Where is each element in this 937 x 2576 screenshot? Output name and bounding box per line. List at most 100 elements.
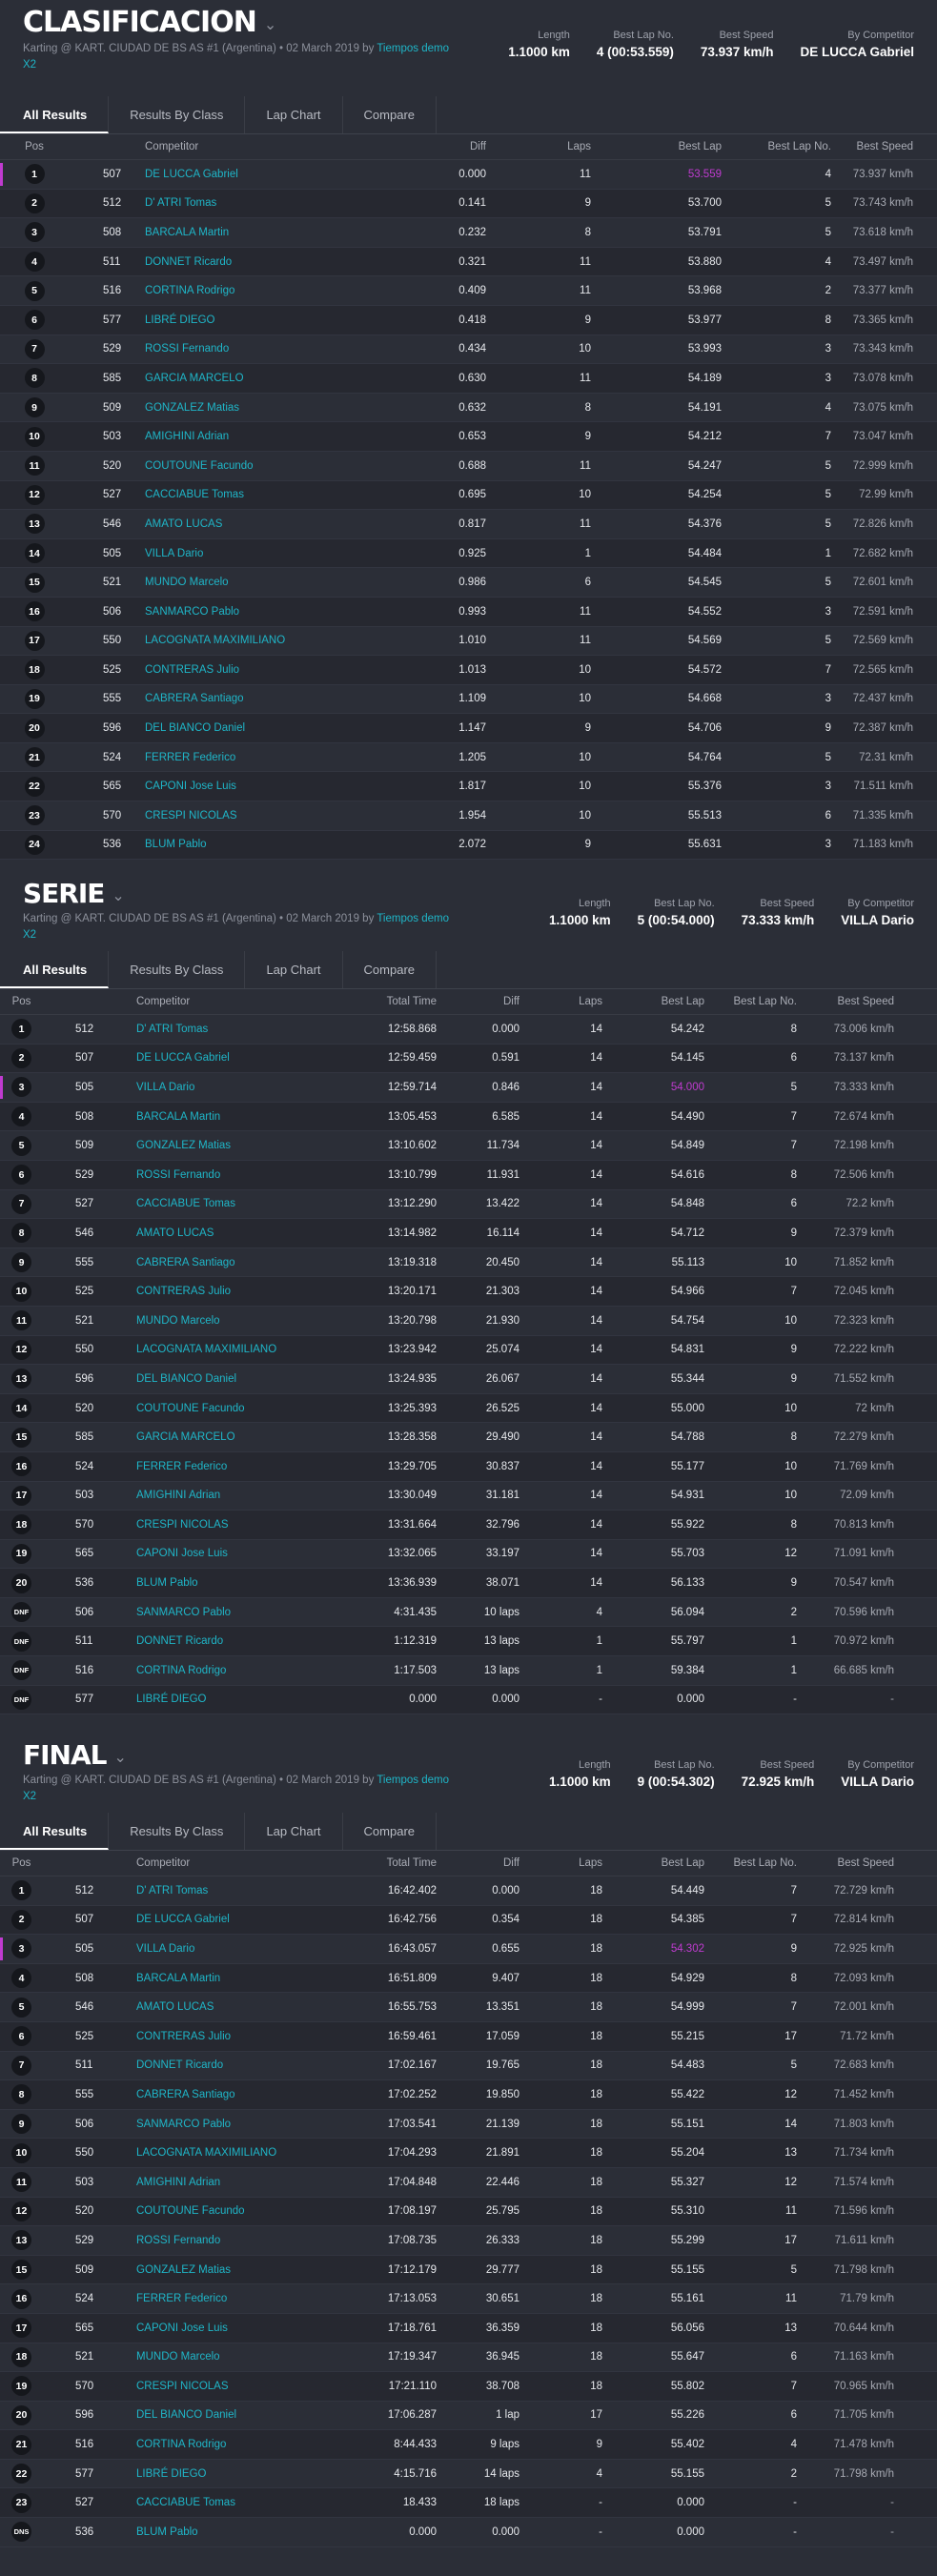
table-row[interactable]: 24 536 BLUM Pablo 2.072 9 55.631 3 71.183 km/h	[0, 830, 937, 861]
column-header[interactable]: Best Lap	[602, 996, 704, 1007]
competitor-name[interactable]: GARCIA MARCELO	[145, 373, 364, 384]
competitor-name[interactable]: GONZALEZ Matias	[136, 1140, 308, 1151]
competitor-name[interactable]: CABRERA Santiago	[136, 1257, 308, 1268]
table-row[interactable]: 6 529 ROSSI Fernando 13:10.799 11.931 14 54.61…	[0, 1160, 937, 1190]
table-row[interactable]: 8 555 CABRERA Santiago 17:02.252 19.850 18 55.…	[0, 2080, 937, 2110]
table-row[interactable]: 2 507 DE LUCCA Gabriel 16:42.756 0.354 18 54.3…	[0, 1905, 937, 1936]
competitor-name[interactable]: CACCIABUE Tomas	[145, 489, 364, 500]
table-row[interactable]: 20 536 BLUM Pablo 13:36.939 38.071 14 56.133 9 7…	[0, 1569, 937, 1598]
table-row[interactable]: 12 520 COUTOUNE Facundo 17:08.197 25.795 18 55…	[0, 2197, 937, 2227]
table-row[interactable]: 18 570 CRESPI NICOLAS 13:31.664 32.796 14 55.9…	[0, 1511, 937, 1540]
competitor-name[interactable]: CORTINA Rodrigo	[136, 1665, 308, 1676]
table-row[interactable]: 2 512 D' ATRI Tomas 0.141 9 53.700 5 73.743 km/…	[0, 189, 937, 219]
table-row[interactable]: 6 577 LIBRÉ DIEGO 0.418 9 53.977 8 73.365 km/h	[0, 305, 937, 335]
table-row[interactable]: 19 555 CABRERA Santiago 1.109 10 54.668 3 72.43…	[0, 685, 937, 715]
table-row[interactable]: 11 520 COUTOUNE Facundo 0.688 11 54.247 5 72.99…	[0, 452, 937, 481]
competitor-name[interactable]: CAPONI Jose Luis	[136, 2322, 308, 2334]
competitor-name[interactable]: DEL BIANCO Daniel	[145, 722, 364, 734]
column-header[interactable]: Best Lap No.	[704, 996, 797, 1007]
competitor-name[interactable]: SANMARCO Pablo	[145, 606, 364, 618]
table-row[interactable]: 16 524 FERRER Federico 13:29.705 30.837 14 55.…	[0, 1451, 937, 1482]
competitor-name[interactable]: AMIGHINI Adrian	[136, 1490, 308, 1501]
table-row[interactable]: 21 516 CORTINA Rodrigo 8:44.433 9 laps 9 55.40…	[0, 2430, 937, 2460]
competitor-name[interactable]: MUNDO Marcelo	[145, 577, 364, 588]
chevron-down-icon[interactable]: ⌄	[264, 15, 276, 34]
tab-all-results[interactable]: All Results	[0, 96, 110, 133]
competitor-name[interactable]: FERRER Federico	[136, 1461, 308, 1472]
competitor-name[interactable]: CONTRERAS Julio	[136, 2031, 308, 2042]
competitor-name[interactable]: BLUM Pablo	[136, 1577, 308, 1589]
table-row[interactable]: DNF 577 LIBRÉ DIEGO 0.000 0.000 - 0.000 - -	[0, 1685, 937, 1715]
competitor-name[interactable]: CAPONI Jose Luis	[136, 1548, 308, 1559]
table-row[interactable]: 16 524 FERRER Federico 17:13.053 30.651 18 55.…	[0, 2284, 937, 2314]
competitor-name[interactable]: CRESPI NICOLAS	[145, 810, 364, 821]
table-row[interactable]: 18 521 MUNDO Marcelo 17:19.347 36.945 18 55.64…	[0, 2343, 937, 2373]
table-row[interactable]: 12 550 LACOGNATA MAXIMILIANO 13:23.942 25.07…	[0, 1335, 937, 1366]
table-row[interactable]: 17 565 CAPONI Jose Luis 17:18.761 36.359 18 56…	[0, 2313, 937, 2343]
table-row[interactable]: 13 529 ROSSI Fernando 17:08.735 26.333 18 55.2…	[0, 2226, 937, 2256]
competitor-name[interactable]: CACCIABUE Tomas	[136, 1198, 308, 1209]
competitor-name[interactable]: DEL BIANCO Daniel	[136, 2409, 308, 2421]
competitor-name[interactable]: D' ATRI Tomas	[136, 1885, 308, 1897]
table-row[interactable]: 22 565 CAPONI Jose Luis 1.817 10 55.376 3 71.51…	[0, 772, 937, 802]
table-row[interactable]: DNF 516 CORTINA Rodrigo 1:17.503 13 laps 1 59.…	[0, 1656, 937, 1686]
competitor-name[interactable]: GONZALEZ Matias	[145, 402, 364, 414]
competitor-name[interactable]: FERRER Federico	[136, 2293, 308, 2304]
column-header[interactable]: Competitor	[145, 141, 364, 152]
column-header[interactable]: Pos	[0, 996, 43, 1007]
competitor-name[interactable]: LACOGNATA MAXIMILIANO	[145, 635, 364, 646]
competitor-name[interactable]: COUTOUNE Facundo	[136, 2205, 308, 2217]
competitor-name[interactable]: D' ATRI Tomas	[145, 197, 364, 209]
competitor-name[interactable]: ROSSI Fernando	[145, 343, 364, 355]
table-row[interactable]: 13 596 DEL BIANCO Daniel 13:24.935 26.067 14 5…	[0, 1365, 937, 1394]
table-row[interactable]: 2 507 DE LUCCA Gabriel 12:59.459 0.591 14 54.1…	[0, 1044, 937, 1074]
competitor-name[interactable]: BARCALA Martin	[136, 1111, 308, 1123]
competitor-name[interactable]: DE LUCCA Gabriel	[136, 1914, 308, 1925]
competitor-name[interactable]: CABRERA Santiago	[136, 2089, 308, 2100]
table-row[interactable]: 6 525 CONTRERAS Julio 16:59.461 17.059 18 55.2…	[0, 2021, 937, 2052]
competitor-name[interactable]: AMATO LUCAS	[136, 2001, 308, 2013]
column-header[interactable]: Best Speed	[797, 1857, 894, 1869]
competitor-name[interactable]: DE LUCCA Gabriel	[145, 169, 364, 180]
table-row[interactable]: 16 506 SANMARCO Pablo 0.993 11 54.552 3 72.591 …	[0, 597, 937, 627]
competitor-name[interactable]: LACOGNATA MAXIMILIANO	[136, 1344, 308, 1355]
table-row[interactable]: 1 512 D' ATRI Tomas 16:42.402 0.000 18 54.449 7…	[0, 1876, 937, 1906]
table-row[interactable]: 23 570 CRESPI NICOLAS 1.954 10 55.513 6 71.335 …	[0, 801, 937, 831]
competitor-name[interactable]: DEL BIANCO Daniel	[136, 1373, 308, 1385]
chevron-down-icon[interactable]: ⌄	[114, 1748, 127, 1767]
competitor-name[interactable]: SANMARCO Pablo	[136, 2119, 308, 2130]
tab-results-by-class[interactable]: Results By Class	[109, 951, 246, 988]
column-header[interactable]: Laps	[519, 996, 602, 1007]
table-row[interactable]: 1 512 D' ATRI Tomas 12:58.868 0.000 14 54.242 8…	[0, 1015, 937, 1045]
column-header[interactable]: Competitor	[136, 1857, 308, 1869]
table-row[interactable]: 17 550 LACOGNATA MAXIMILIANO 1.010 11 54.569 5…	[0, 627, 937, 657]
tab-lap-chart[interactable]: Lap Chart	[245, 1813, 343, 1850]
competitor-name[interactable]: DONNET Ricardo	[136, 1635, 308, 1647]
table-row[interactable]: 5 546 AMATO LUCAS 16:55.753 13.351 18 54.999 7 7…	[0, 1993, 937, 2022]
table-row[interactable]: 3 505 VILLA Dario 16:43.057 0.655 18 54.302 9 72…	[0, 1935, 937, 1964]
table-row[interactable]: 3 505 VILLA Dario 12:59.714 0.846 14 54.000 5 73…	[0, 1073, 937, 1103]
table-row[interactable]: 21 524 FERRER Federico 1.205 10 54.764 5 72.31 …	[0, 743, 937, 773]
column-header[interactable]: Competitor	[136, 996, 308, 1007]
column-header[interactable]: Best Lap	[591, 141, 722, 152]
table-row[interactable]: DNS 536 BLUM Pablo 0.000 0.000 - 0.000 - -	[0, 2518, 937, 2547]
column-header[interactable]: Total Time	[308, 1857, 437, 1869]
chevron-down-icon[interactable]: ⌄	[112, 886, 124, 905]
table-row[interactable]: DNF 511 DONNET Ricardo 1:12.319 13 laps 1 55.7…	[0, 1627, 937, 1657]
competitor-name[interactable]: COUTOUNE Facundo	[145, 460, 364, 472]
competitor-name[interactable]: MUNDO Marcelo	[136, 2351, 308, 2363]
competitor-name[interactable]: BLUM Pablo	[136, 2526, 308, 2538]
table-row[interactable]: 20 596 DEL BIANCO Daniel 1.147 9 54.706 9 72.38…	[0, 714, 937, 743]
tab-results-by-class[interactable]: Results By Class	[109, 96, 246, 133]
competitor-name[interactable]: VILLA Dario	[136, 1082, 308, 1093]
competitor-name[interactable]: D' ATRI Tomas	[136, 1024, 308, 1035]
column-header[interactable]: Laps	[519, 1857, 602, 1869]
competitor-name[interactable]: AMIGHINI Adrian	[136, 2177, 308, 2188]
table-row[interactable]: 4 511 DONNET Ricardo 0.321 11 53.880 4 73.497 k…	[0, 247, 937, 277]
competitor-name[interactable]: AMIGHINI Adrian	[145, 431, 364, 442]
competitor-name[interactable]: ROSSI Fernando	[136, 1169, 308, 1181]
table-row[interactable]: 15 509 GONZALEZ Matias 17:12.179 29.777 18 55.…	[0, 2255, 937, 2285]
table-row[interactable]: 15 585 GARCIA MARCELO 13:28.358 29.490 14 54.7…	[0, 1423, 937, 1452]
table-row[interactable]: 17 503 AMIGHINI Adrian 13:30.049 31.181 14 54.…	[0, 1482, 937, 1511]
table-row[interactable]: 7 511 DONNET Ricardo 17:02.167 19.765 18 54.48…	[0, 2052, 937, 2081]
